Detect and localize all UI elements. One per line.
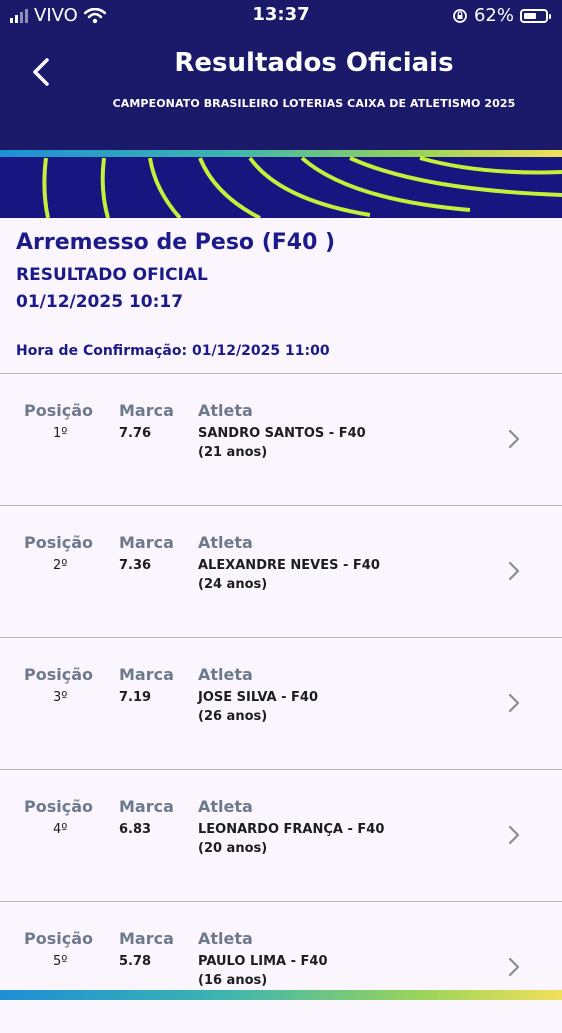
position-value: 3º <box>53 690 68 705</box>
position-value: 2º <box>53 558 68 573</box>
mark-value: 6.83 <box>119 822 152 837</box>
athlete-header: Atleta <box>198 929 253 948</box>
mark-value: 7.36 <box>119 558 152 573</box>
position-header: Posição <box>24 401 93 420</box>
position-value: 4º <box>53 822 68 837</box>
mark-value: 5.78 <box>119 954 152 969</box>
position-header: Posição <box>24 533 93 552</box>
athlete-age: (26 anos) <box>198 709 268 724</box>
chevron-right-icon <box>508 957 520 977</box>
result-datetime: 01/12/2025 10:17 <box>16 292 184 312</box>
battery-percent: 62% <box>473 5 514 26</box>
event-info: Arremesso de Peso (F40 ) RESULTADO OFICI… <box>16 230 546 359</box>
chevron-right-icon <box>508 429 520 449</box>
chevron-right-icon <box>508 693 520 713</box>
position-header: Posição <box>24 665 93 684</box>
chevron-right-icon <box>508 825 520 845</box>
mark-value: 7.19 <box>119 690 152 705</box>
mark-header: Marca <box>119 665 174 684</box>
orientation-lock-icon <box>453 8 467 23</box>
athlete-name: SANDRO SANTOS - F40 <box>198 426 366 441</box>
athlete-header: Atleta <box>198 401 253 420</box>
status-bar: VIVO 13:37 62% <box>0 0 562 32</box>
position-value: 5º <box>53 954 68 969</box>
result-row[interactable]: Posição Marca Atleta 5º 5.78 PAULO LIMA - F40… <box>0 902 562 1033</box>
track-lines-graphic <box>42 156 562 218</box>
position-header: Posição <box>24 929 93 948</box>
athlete-name: LEONARDO FRANÇA - F40 <box>198 822 385 837</box>
athlete-header: Atleta <box>198 533 253 552</box>
position-header: Posição <box>24 797 93 816</box>
result-row[interactable]: Posição Marca Atleta 2º 7.36 ALEXANDRE NEVES … <box>0 506 562 637</box>
result-status: RESULTADO OFICIAL <box>16 265 208 285</box>
athlete-name: JOSE SILVA - F40 <box>198 690 319 705</box>
result-row[interactable]: Posição Marca Atleta 3º 7.19 JOSE SILVA - F40… <box>0 638 562 769</box>
athlete-age: (21 anos) <box>198 445 268 460</box>
decorative-banner <box>0 150 562 218</box>
battery-icon <box>520 8 551 23</box>
bottom-gradient-stripe <box>0 990 562 1000</box>
athlete-name: PAULO LIMA - F40 <box>198 954 328 969</box>
mark-value: 7.76 <box>119 426 152 441</box>
result-row[interactable]: Posição Marca Atleta 1º 7.76 SANDRO SANTOS - … <box>0 374 562 505</box>
mark-header: Marca <box>119 797 174 816</box>
athlete-age: (16 anos) <box>198 973 268 988</box>
page-title: Resultados Oficiais <box>174 48 454 78</box>
chevron-right-icon <box>508 561 520 581</box>
mark-header: Marca <box>119 401 174 420</box>
app-header: VIVO 13:37 62% Resultados Oficiais CAMPE… <box>0 0 562 150</box>
position-value: 1º <box>53 426 68 441</box>
confirmation-time: Hora de Confirmação: 01/12/2025 11:00 <box>16 343 330 359</box>
athlete-name: ALEXANDRE NEVES - F40 <box>198 558 380 573</box>
athlete-header: Atleta <box>198 797 253 816</box>
status-right: 62% <box>452 5 551 26</box>
mark-header: Marca <box>119 929 174 948</box>
championship-subtitle: CAMPEONATO BRASILEIRO LOTERIAS CAIXA DE … <box>112 97 516 110</box>
athlete-age: (20 anos) <box>198 841 268 856</box>
athlete-age: (24 anos) <box>198 577 268 592</box>
event-name: Arremesso de Peso (F40 ) <box>16 230 336 255</box>
mark-header: Marca <box>119 533 174 552</box>
result-row[interactable]: Posição Marca Atleta 4º 6.83 LEONARDO FRANÇA … <box>0 770 562 901</box>
athlete-header: Atleta <box>198 665 253 684</box>
